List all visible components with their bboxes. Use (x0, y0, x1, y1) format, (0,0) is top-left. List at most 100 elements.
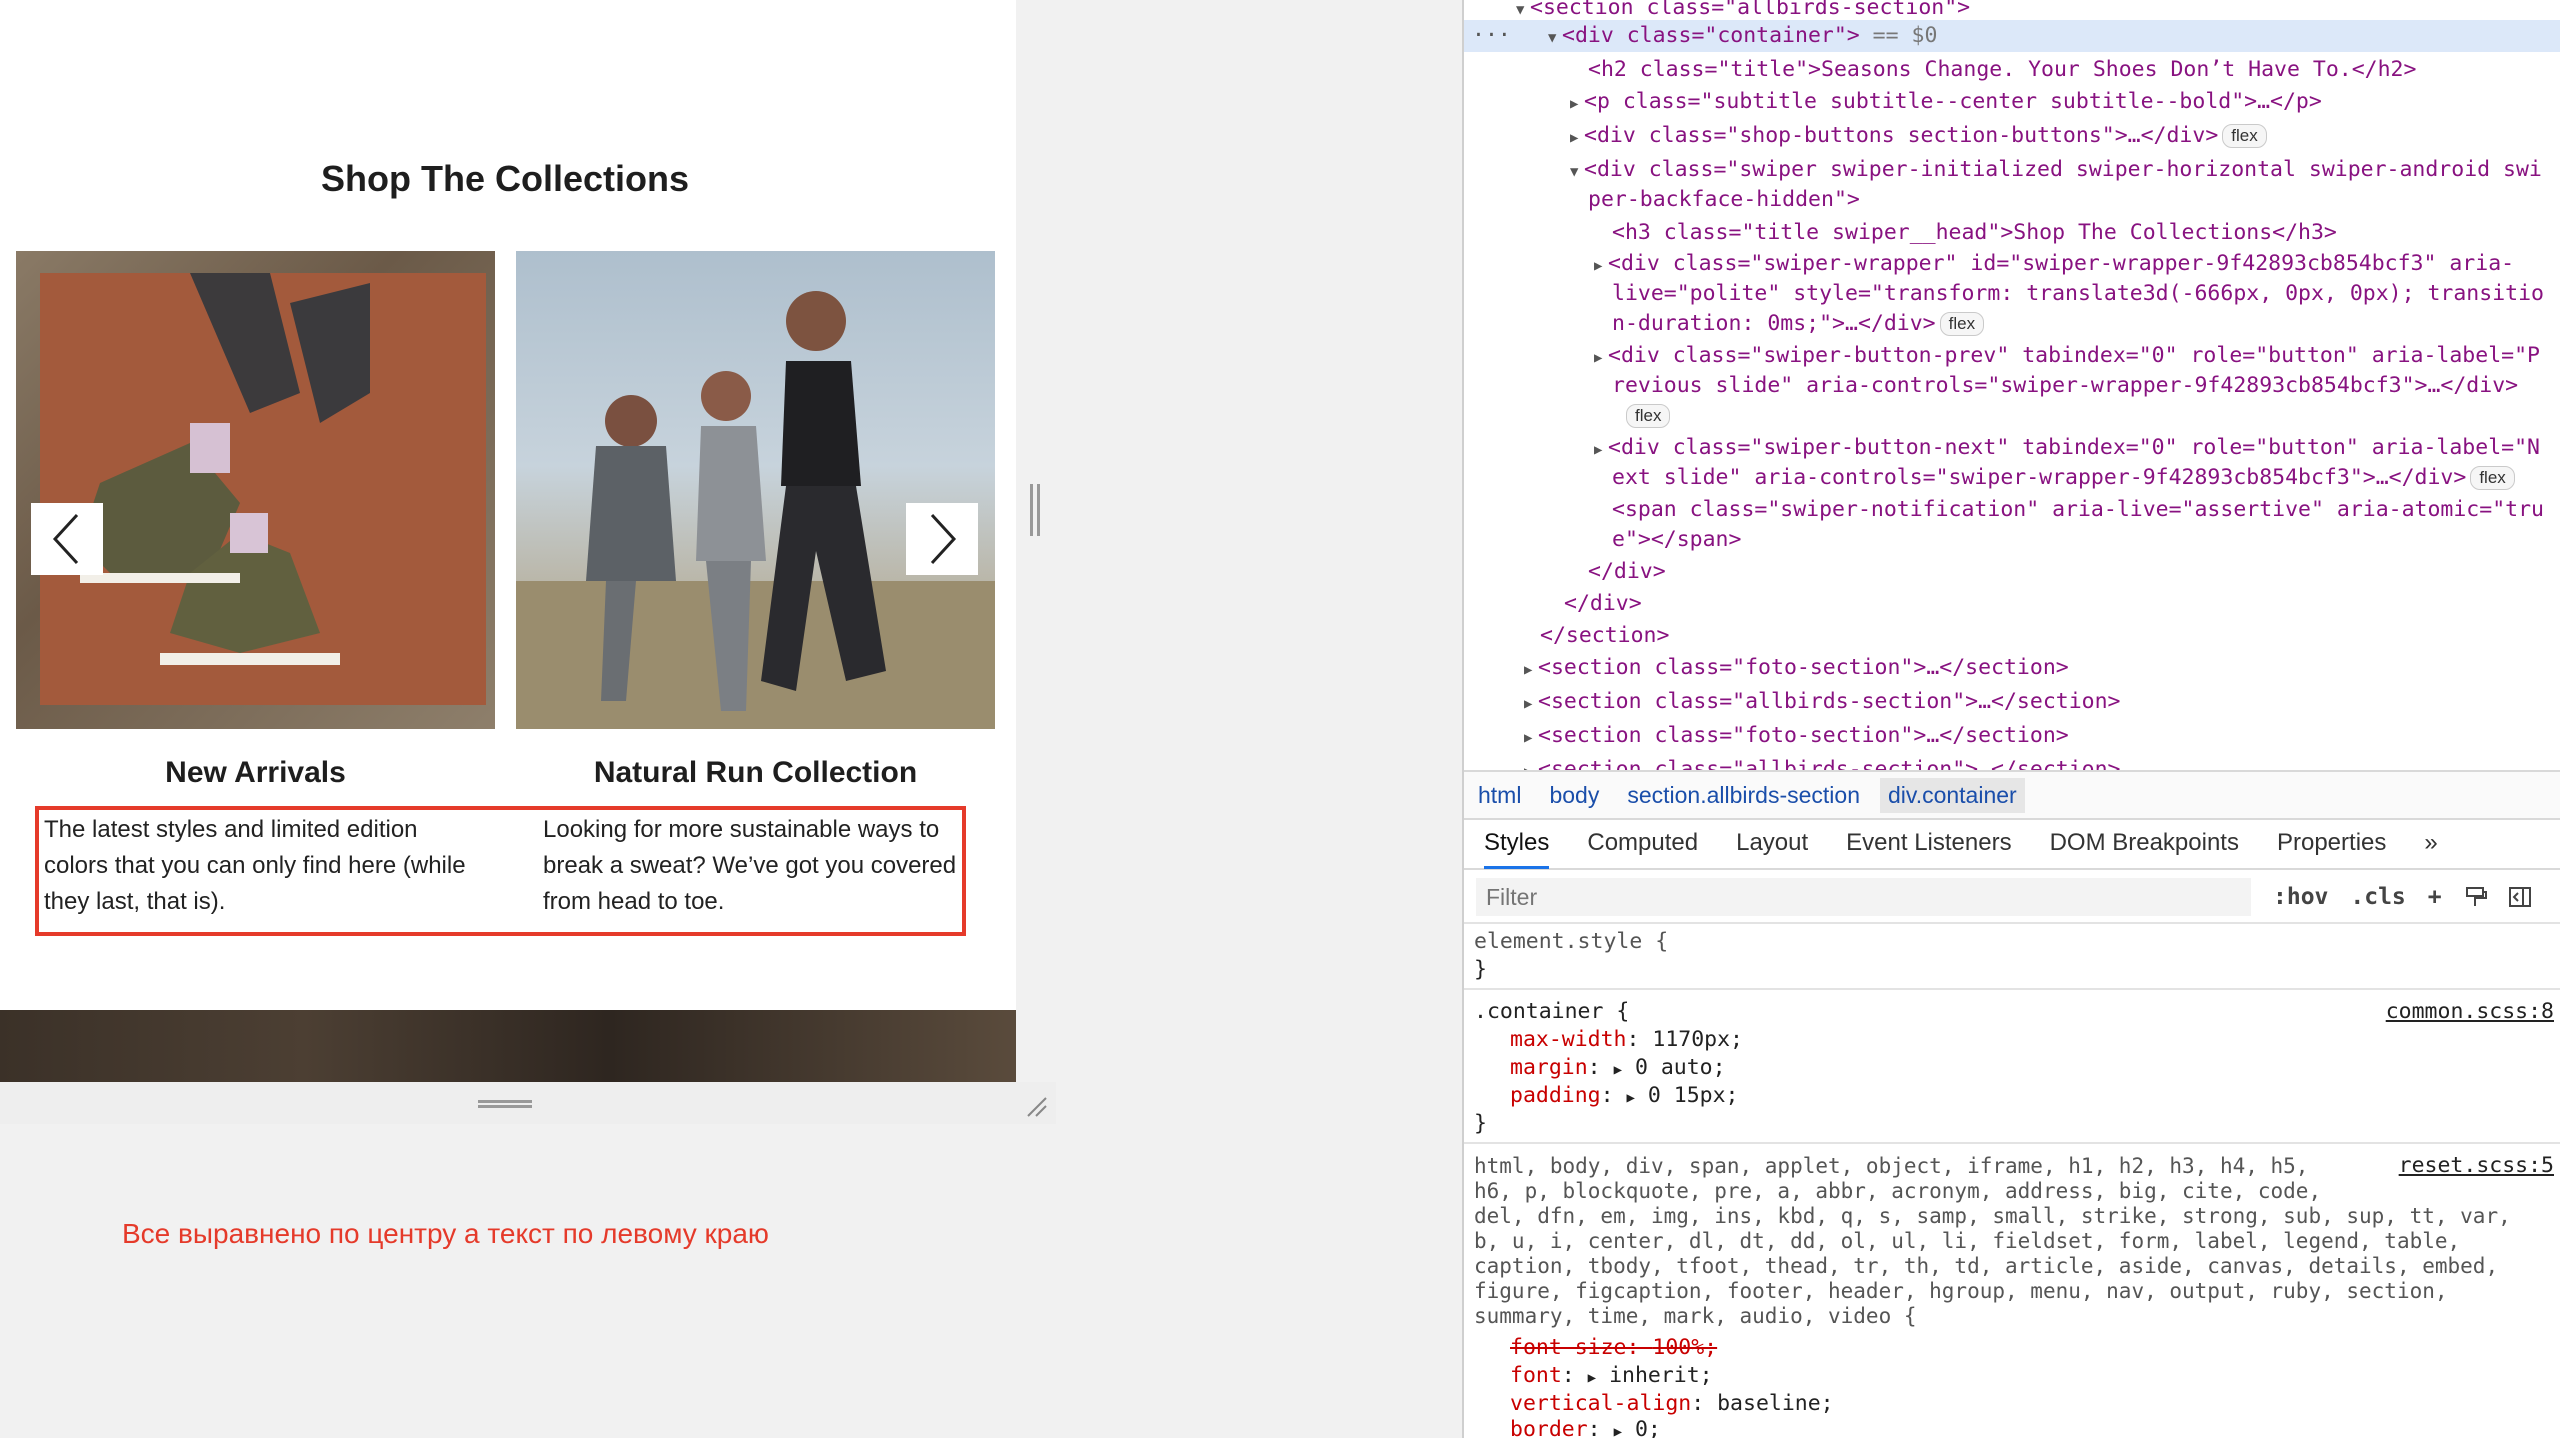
tab-dom-breakpoints[interactable]: DOM Breakpoints (2050, 819, 2239, 869)
dom-node-notification[interactable]: <span class="swiper-notification" aria-l… (1612, 494, 2544, 526)
reset-selector-line[interactable]: h6, p, blockquote, pre, a, abbr, acronym… (1474, 1177, 2321, 1205)
expand-triangle-icon[interactable]: ▼ (1548, 22, 1562, 54)
css-property-value[interactable]: 0 15px; (1648, 1083, 1739, 1108)
dom-node-button-next[interactable]: ▶ <div class="swiper-button-next" tabinde… (1594, 432, 2540, 464)
breadcrumb-section[interactable]: section.allbirds-section (1627, 782, 1860, 809)
tab-computed[interactable]: Computed (1587, 819, 1698, 869)
dom-node-button-next-wrap: ext slide" aria-controls="swiper-wrapper… (1612, 462, 2515, 494)
dom-node-h3[interactable]: <h3 class="title swiper__head">Shop The … (1612, 217, 2337, 249)
dom-node-button-prev[interactable]: ▶ <div class="swiper-button-prev" tabinde… (1594, 340, 2540, 372)
dom-node-container-selected[interactable]: ··· ▼ <div class="container"> == $0 (1464, 20, 2560, 52)
expand-triangle-icon[interactable]: ▼ (1570, 156, 1584, 188)
css-property-row[interactable]: max-width: 1170px; (1510, 1026, 1743, 1054)
dom-node-text: <h3 class="title swiper__head">Shop The … (1612, 220, 2337, 245)
collapsed-triangle-icon[interactable]: ▶ (1570, 88, 1584, 120)
dom-node-foto-section[interactable]: ▶ <section class="foto-section">…</sectio… (1524, 652, 2069, 684)
rule-divider (1464, 1142, 2560, 1144)
dom-node-text: <h2 class="title">Seasons Change. Your S… (1588, 57, 2417, 82)
container-selector[interactable]: .container { (1474, 998, 1629, 1026)
css-property-name: max-width (1510, 1027, 1627, 1052)
next-slide-button[interactable] (906, 503, 978, 575)
expand-shorthand-icon[interactable]: ▶ (1588, 1370, 1596, 1386)
new-rule-plus-icon[interactable]: + (2428, 884, 2442, 910)
breadcrumb-container[interactable]: div.container (1880, 777, 2025, 813)
collapsed-triangle-icon[interactable]: ▶ (1594, 434, 1608, 466)
side-resize-handle[interactable] (1030, 484, 1040, 536)
collapsed-triangle-icon[interactable]: ▶ (1594, 342, 1608, 374)
more-options-icon[interactable]: ··· (1472, 20, 1511, 52)
css-property-row[interactable]: padding: ▶ 0 15px; (1510, 1082, 1739, 1110)
dom-node-h2[interactable]: <h2 class="title">Seasons Change. Your S… (1588, 54, 2416, 86)
css-property-row-overridden[interactable]: font-size: 100%; (1510, 1334, 1717, 1362)
expand-shorthand-icon[interactable]: ▶ (1627, 1090, 1635, 1106)
reset-selector-line[interactable]: html, body, div, span, applet, object, i… (1474, 1152, 2308, 1180)
collapsed-triangle-icon[interactable]: ▶ (1524, 756, 1538, 770)
collapsed-triangle-icon[interactable]: ▶ (1524, 688, 1538, 720)
dom-node-allbirds-section[interactable]: ▶<section class="allbirds-section">…</se… (1524, 686, 2120, 718)
dom-node-text: <span class="swiper-notification" aria-l… (1612, 497, 2544, 522)
dom-node-close-section[interactable]: </section> (1540, 620, 1669, 652)
collapsed-triangle-icon[interactable]: ▶ (1524, 654, 1538, 686)
tab-event-listeners[interactable]: Event Listeners (1846, 819, 2011, 869)
element-style-selector[interactable]: element.style { (1474, 928, 1668, 956)
dom-node-swiper-wrapper-wrap1: live="polite" style="transform: translat… (1612, 278, 2544, 310)
tab-styles[interactable]: Styles (1484, 819, 1550, 869)
devtools-tabs: Styles Computed Layout Event Listeners D… (1464, 820, 2560, 870)
breadcrumb-body[interactable]: body (1549, 782, 1599, 809)
css-property-value[interactable]: 0; (1635, 1417, 1661, 1438)
css-property-value[interactable]: 0 auto; (1635, 1055, 1726, 1080)
slide-image-backdrop (40, 273, 486, 705)
prev-slide-button[interactable] (31, 503, 103, 575)
css-property-value[interactable]: 1170px; (1652, 1027, 1743, 1052)
reset-selector-line[interactable]: del, dfn, em, img, ins, kbd, q, s, samp,… (1474, 1202, 2511, 1230)
reset-selector-line[interactable]: summary, time, mark, audio, video { (1474, 1302, 1917, 1330)
dom-node-swiper[interactable]: ▼ <div class="swiper swiper-initialized s… (1570, 154, 2542, 186)
reset-selector-line[interactable]: caption, tbody, tfoot, thead, tr, th, td… (1474, 1252, 2498, 1280)
flex-badge[interactable]: flex (2470, 466, 2515, 490)
reset-selector-line[interactable]: b, u, i, center, dl, dt, dd, ol, ul, li,… (1474, 1227, 2460, 1255)
source-link-reset-scss[interactable]: reset.scss:5 (2399, 1152, 2554, 1180)
slide-image-new-arrivals[interactable] (16, 251, 495, 729)
styles-filter-input[interactable] (1476, 878, 2251, 916)
tab-layout[interactable]: Layout (1736, 819, 1808, 869)
expand-shorthand-icon[interactable]: ▶ (1614, 1062, 1622, 1078)
css-property-row[interactable]: vertical-align: baseline; (1510, 1390, 1834, 1418)
dom-node-close-div[interactable]: </div> (1564, 588, 1642, 620)
toggle-sidebar-icon[interactable] (2508, 885, 2532, 909)
collapsed-triangle-icon[interactable]: ▶ (1594, 250, 1608, 282)
selected-node-marker: == $0 (1872, 23, 1938, 48)
slide-image-natural-run[interactable] (516, 251, 995, 729)
css-property-row[interactable]: border: ▶ 0; (1510, 1416, 1661, 1438)
dom-node-shop-buttons[interactable]: ▶ <div class="shop-buttons section-button… (1570, 120, 2267, 152)
dom-node-foto-section[interactable]: ▶ <section class="foto-section">…</sectio… (1524, 720, 2069, 752)
more-tabs-icon[interactable]: » (2424, 819, 2437, 869)
hov-toggle[interactable]: :hov (2273, 884, 2328, 910)
css-property-value[interactable]: inherit; (1609, 1363, 1713, 1388)
dom-node-close-div[interactable]: </div> (1588, 556, 1666, 588)
css-property-row[interactable]: margin: ▶ 0 auto; (1510, 1054, 1726, 1082)
dom-node-subtitle[interactable]: ▶ <p class="subtitle subtitle--center sub… (1570, 86, 2322, 118)
flex-badge[interactable]: flex (2222, 124, 2267, 148)
dom-node-text: </section> (1540, 623, 1670, 648)
paint-roller-icon[interactable] (2464, 885, 2488, 909)
css-property-value[interactable]: baseline; (1717, 1391, 1834, 1416)
collapsed-triangle-icon[interactable]: ▶ (1524, 722, 1538, 754)
reset-selector-line[interactable]: figure, figcaption, footer, header, hgro… (1474, 1277, 2448, 1305)
flex-badge[interactable]: flex (1626, 404, 1671, 428)
source-link-common-scss[interactable]: common.scss:8 (2386, 998, 2554, 1026)
flex-badge[interactable]: flex (1939, 312, 1985, 336)
bottom-resize-handle[interactable] (478, 1100, 532, 1108)
css-property-value[interactable]: 100%; (1652, 1335, 1717, 1360)
dom-node-swiper-wrapper[interactable]: ▶ <div class="swiper-wrapper" id="swiper-… (1594, 248, 2514, 280)
cls-toggle[interactable]: .cls (2350, 884, 2405, 910)
css-property-row[interactable]: font: ▶ inherit; (1510, 1362, 1713, 1390)
dom-node-text: e"></span> (1612, 527, 1742, 552)
dom-node-text: live="polite" style="transform: translat… (1612, 281, 2544, 306)
elements-tree[interactable]: ▼ <section class="allbirds-section"> ··· … (1464, 0, 2560, 770)
breadcrumb-html[interactable]: html (1478, 782, 1521, 809)
corner-resize-handle-icon[interactable] (1024, 1094, 1048, 1118)
tab-properties[interactable]: Properties (2277, 819, 2386, 869)
expand-shorthand-icon[interactable]: ▶ (1614, 1424, 1622, 1438)
dom-node-allbirds-section[interactable]: ▶<section class="allbirds-section">…</se… (1524, 754, 2120, 770)
collapsed-triangle-icon[interactable]: ▶ (1570, 122, 1584, 154)
